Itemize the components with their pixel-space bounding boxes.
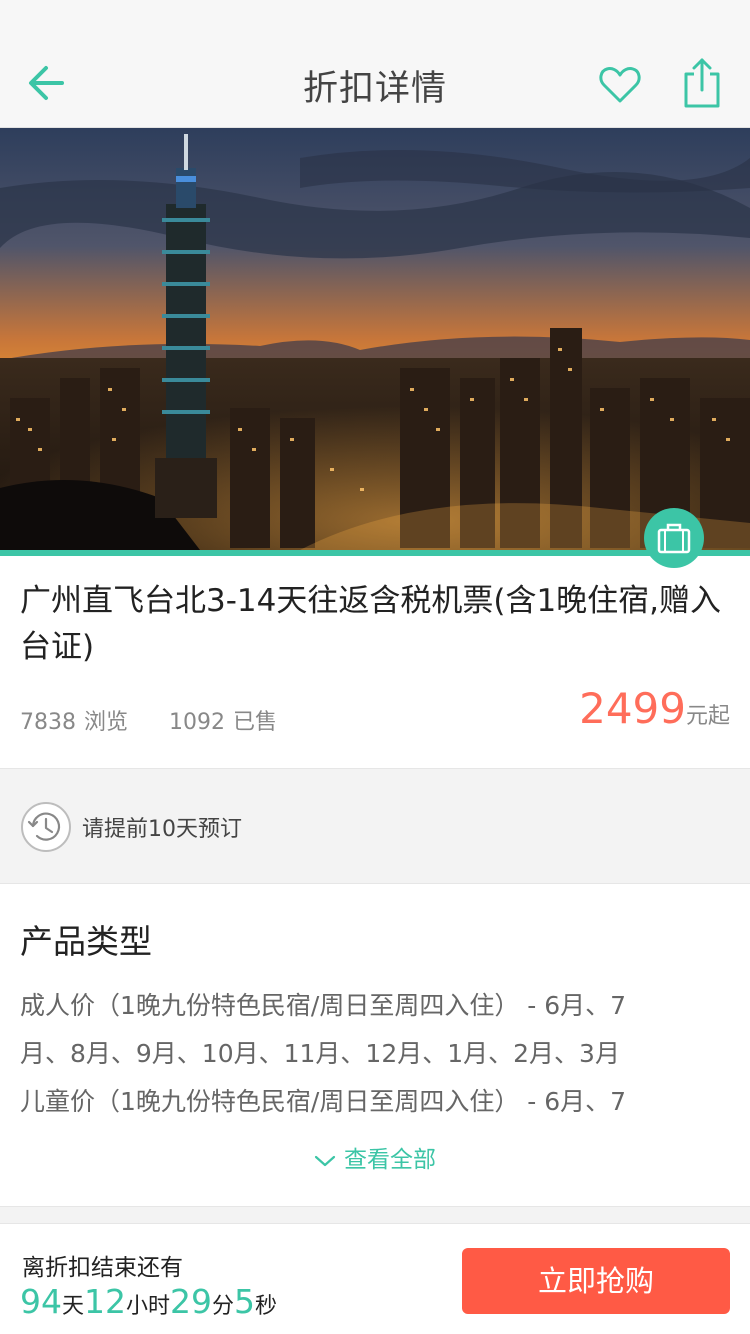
heart-icon[interactable] — [596, 60, 644, 108]
notice-text: 请提前10天预订 — [82, 817, 242, 842]
bottom-bar: 离折扣结束还有 94天12小时29分5秒 立即抢购 — [0, 1226, 750, 1334]
views-count: 7838 — [20, 710, 76, 735]
countdown-timer: 94天12小时29分5秒 — [20, 1282, 277, 1321]
suitcase-icon — [644, 508, 704, 568]
countdown-minutes-unit: 分 — [212, 1294, 235, 1319]
nav-bar: 折扣详情 — [0, 40, 750, 128]
views-stat: 7838 浏览 — [20, 710, 128, 735]
countdown-seconds-unit: 秒 — [255, 1294, 278, 1319]
sold-count: 1092 — [169, 710, 226, 735]
chevron-down-icon — [314, 1155, 336, 1166]
hero-accent-strip — [0, 550, 750, 556]
section-title-product-types: 产品类型 — [20, 922, 152, 961]
countdown-seconds: 5 — [234, 1282, 256, 1321]
product-type-list: 成人价（1晚九份特色民宿/周日至周四入住） - 6月、7 月、8月、9月、10月… — [20, 982, 730, 1126]
price: 2499元起 — [579, 684, 730, 733]
booking-notice: 请提前10天预订 — [0, 768, 750, 884]
view-all-button[interactable]: 查看全部 — [0, 1140, 750, 1174]
price-unit: 元起 — [685, 704, 730, 729]
countdown-hours: 12 — [84, 1282, 127, 1321]
views-label: 浏览 — [84, 710, 129, 735]
product-stats: 7838 浏览 1092 已售 — [20, 704, 311, 736]
countdown-label: 离折扣结束还有 — [22, 1255, 183, 1281]
product-type-line: 月、8月、9月、10月、11月、12月、1月、2月、3月 — [20, 1039, 620, 1068]
section-divider — [0, 1206, 750, 1224]
price-value: 2499 — [579, 684, 686, 733]
countdown-hours-unit: 小时 — [126, 1294, 171, 1319]
status-bar — [0, 0, 750, 40]
product-type-line: 儿童价（1晚九份特色民宿/周日至周四入住） - 6月、7 — [20, 1087, 627, 1116]
share-icon[interactable] — [680, 56, 724, 110]
countdown-days-unit: 天 — [62, 1294, 85, 1319]
hero-image — [0, 128, 750, 550]
clock-icon — [21, 802, 71, 852]
sold-label: 已售 — [233, 710, 278, 735]
product-type-line: 成人价（1晚九份特色民宿/周日至周四入住） - 6月、7 — [20, 991, 627, 1020]
view-all-label: 查看全部 — [344, 1147, 436, 1173]
sold-stat: 1092 已售 — [169, 710, 277, 735]
product-title: 广州直飞台北3-14天往返含税机票(含1晚住宿,赠入台证) — [20, 583, 722, 665]
countdown-minutes: 29 — [170, 1282, 213, 1321]
buy-now-button[interactable]: 立即抢购 — [462, 1248, 730, 1314]
countdown-days: 94 — [20, 1282, 62, 1321]
